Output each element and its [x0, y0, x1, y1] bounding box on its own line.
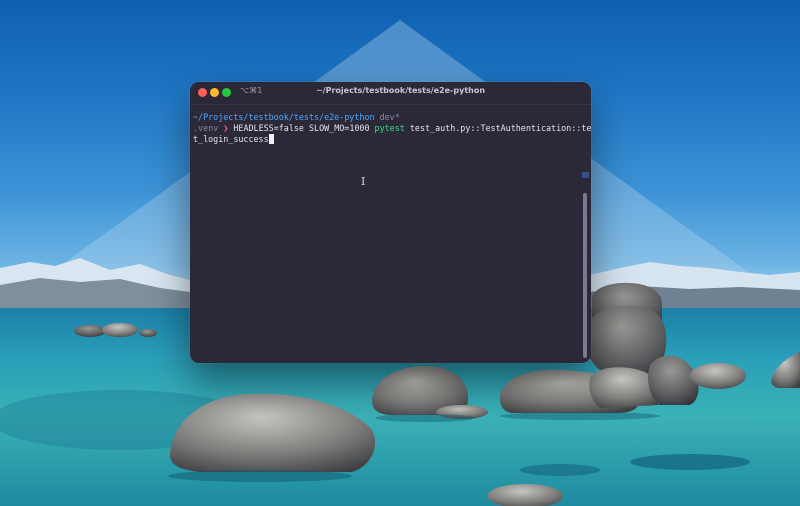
command-line: .venv ❯ HEADLESS=false SLOW_MO=1000 pyte…: [193, 123, 591, 134]
command-args: test_auth.py::TestAuthentication::tes: [409, 123, 591, 133]
terminal-output[interactable]: ~/Projects/testbook/tests/e2e-python dev…: [193, 112, 591, 145]
prompt-arrow: ❯: [223, 123, 229, 133]
window-title: ~/Projects/testbook/tests/e2e-python: [315, 86, 486, 95]
prompt-path: ~/Projects/testbook/tests/e2e-python: [193, 112, 375, 122]
command-env-vars: HEADLESS=false SLOW_MO=1000: [233, 123, 370, 133]
ibeam-cursor-icon: I: [361, 175, 366, 188]
terminal-scrollbar[interactable]: [582, 108, 589, 362]
terminal-window[interactable]: ⌥⌘1 ~/Projects/testbook/tests/e2e-python…: [190, 82, 591, 363]
prompt-line: ~/Projects/testbook/tests/e2e-python dev…: [193, 112, 579, 123]
terminal-titlebar[interactable]: ⌥⌘1 ~/Projects/testbook/tests/e2e-python: [190, 82, 591, 105]
git-branch: dev*: [379, 112, 400, 122]
text-cursor-block: [268, 134, 274, 144]
venv-indicator: .venv: [193, 123, 219, 133]
command-program: pytest: [374, 123, 405, 133]
scroll-mark: [582, 172, 589, 178]
command-args-continued: t_login_success: [193, 134, 269, 144]
command-line-wrap: t_login_success: [193, 134, 579, 145]
scrollbar-thumb[interactable]: [583, 193, 587, 358]
